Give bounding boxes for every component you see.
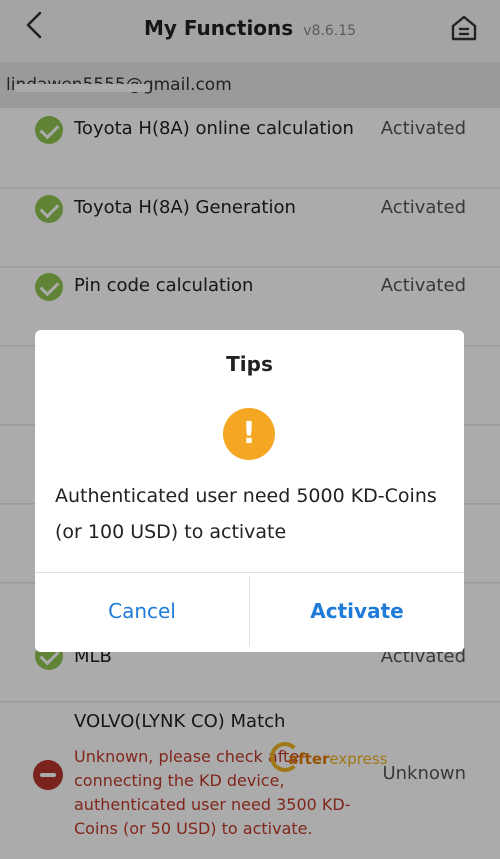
tips-dialog: Tips ! Authenticated user need 5000 KD-C…	[35, 330, 464, 652]
activate-button[interactable]: Activate	[250, 576, 464, 646]
dialog-divider	[35, 572, 464, 573]
warning-icon: !	[223, 408, 275, 460]
exclamation-glyph: !	[242, 416, 256, 451]
cancel-button[interactable]: Cancel	[35, 576, 249, 646]
dialog-message: Authenticated user need 5000 KD-Coins (o…	[55, 485, 437, 543]
dialog-title: Tips	[226, 352, 273, 376]
